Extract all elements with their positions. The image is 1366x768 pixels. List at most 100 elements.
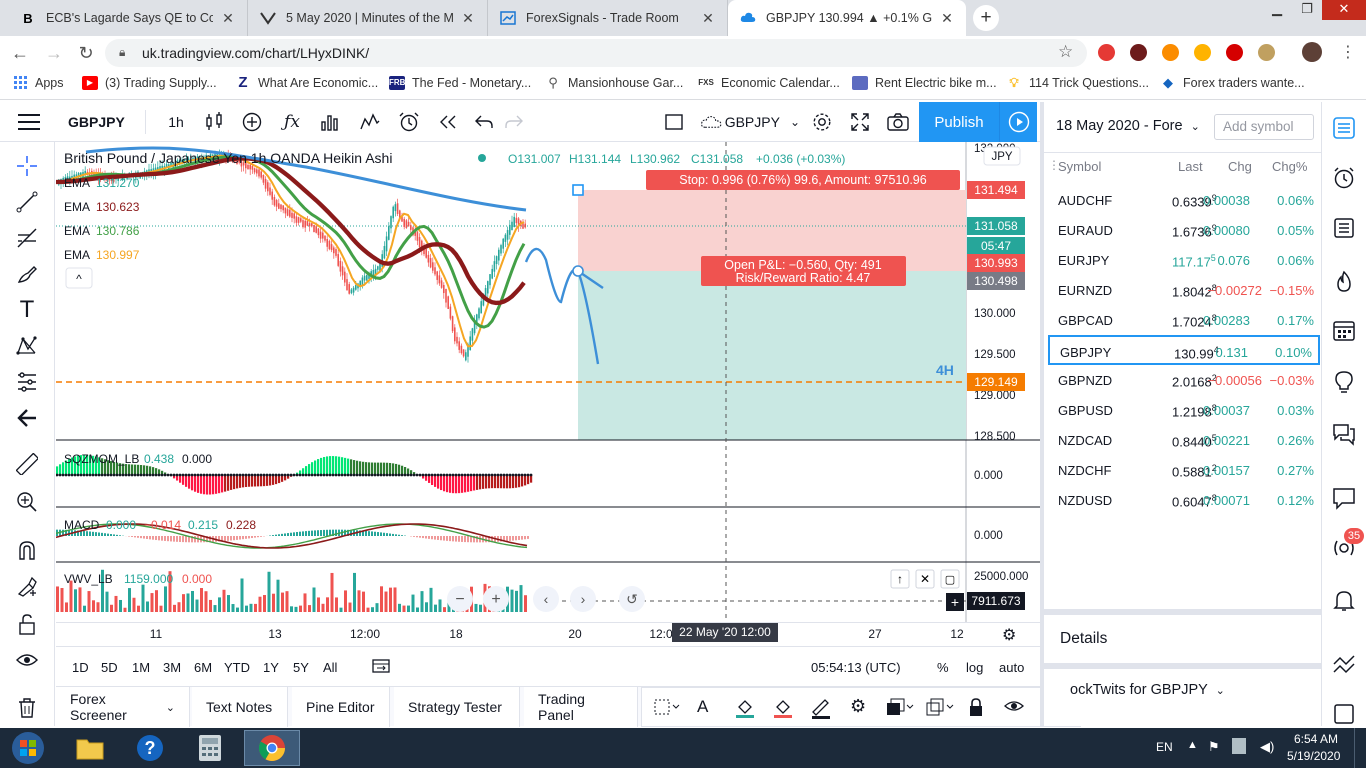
streams-icon[interactable]: 35 (1330, 528, 1364, 562)
trend-line-icon[interactable] (13, 188, 41, 216)
bookmark-item[interactable]: 💡︎ 114 Trick Questions... (1006, 76, 1149, 91)
auto-scale-toggle[interactable]: auto (999, 660, 1024, 675)
close-icon[interactable]: ✕ (219, 10, 237, 27)
range-button[interactable]: 1D (72, 660, 89, 675)
fullscreen-icon[interactable] (846, 110, 874, 134)
fill-bucket-red-icon[interactable] (772, 697, 794, 722)
clone-icon[interactable] (926, 698, 954, 719)
stocktwits-header[interactable]: ockTwits for GBPJPY ⌄ (1070, 682, 1225, 698)
flag-icon[interactable]: ⚑ (1208, 739, 1220, 755)
market-overview-icon[interactable] (1330, 650, 1358, 678)
minimize-button[interactable]: ▁ (1262, 0, 1292, 20)
tab-pine-editor[interactable]: Pine Editor (292, 687, 390, 727)
publish-button[interactable]: Publish (919, 102, 999, 142)
settings-gear-icon[interactable]: ⚙ (850, 696, 866, 717)
ideas-lightbulb-icon[interactable] (1330, 368, 1358, 396)
extension-icon[interactable] (1194, 44, 1211, 61)
alert-icon[interactable] (394, 110, 424, 134)
maximize-button[interactable]: ❐ (1292, 0, 1322, 20)
watchlist-icon[interactable] (1330, 114, 1358, 142)
eye-icon[interactable] (1004, 698, 1024, 717)
take-profit-zone[interactable] (578, 271, 966, 440)
help-icon[interactable]: ? (122, 730, 178, 766)
text-tool-icon[interactable]: T (13, 296, 41, 324)
range-button[interactable]: 5Y (293, 660, 309, 675)
watchlist-row[interactable]: AUDCHF 0.63399 0.00038 0.06% (1048, 185, 1320, 215)
settings-gear-icon[interactable] (808, 110, 836, 134)
close-icon[interactable]: ✕ (938, 10, 956, 27)
tab-forex-screener[interactable]: Forex Screener ⌄ (56, 687, 190, 727)
lock-icon[interactable] (968, 697, 984, 720)
watchlist-row[interactable]: EURNZD 1.80428 −0.00272 −0.15% (1048, 275, 1320, 305)
calculator-icon[interactable] (182, 730, 238, 766)
watchlist-row[interactable]: NZDCHF 0.58812 0.00157 0.27% (1048, 455, 1320, 485)
close-window-button[interactable]: ✕ (1322, 0, 1366, 20)
unlock-icon[interactable] (13, 610, 41, 638)
pattern-icon[interactable] (13, 332, 41, 360)
text-color-icon[interactable]: A (697, 697, 708, 717)
profile-avatar[interactable] (1302, 42, 1322, 62)
chats-icon[interactable] (1330, 420, 1358, 448)
menu-dots-icon[interactable]: ⋮ (1340, 42, 1356, 62)
bookmark-item[interactable]: Rent Electric bike m... (852, 76, 997, 90)
browser-tab[interactable]: B ECB's Lagarde Says QE to Contin ✕ (8, 0, 248, 36)
omnibox[interactable]: 🔒︎ uk.tradingview.com/chart/LHyxDINK/ ☆ (105, 39, 1087, 67)
bookmark-item[interactable]: FRB The Fed - Monetary... (389, 76, 531, 90)
candles-icon[interactable] (200, 110, 228, 134)
visual-order-icon[interactable] (886, 698, 914, 719)
bookmark-item[interactable]: ◆ Forex traders wante... (1160, 76, 1305, 91)
tab-trading-panel[interactable]: Trading Panel (524, 687, 638, 727)
bookmark-item[interactable]: ⚲ Mansionhouse Gar... (545, 76, 683, 91)
watchlist-row[interactable]: EURJPY 117.175 0.076 0.06% (1048, 245, 1320, 275)
watchlist-row[interactable]: GBPJPY 130.994 0.131 0.10% (1048, 335, 1320, 365)
windows-start-button[interactable] (0, 730, 56, 766)
range-button[interactable]: 3M (163, 660, 181, 675)
log-scale-toggle[interactable]: log (966, 660, 983, 675)
file-explorer-icon[interactable] (62, 730, 118, 766)
back-arrow-icon[interactable]: ← (8, 41, 32, 65)
bookmark-apps[interactable]: Apps (14, 76, 64, 90)
add-symbol-input[interactable]: Add symbol (1214, 114, 1314, 140)
star-icon[interactable]: ☆ (1058, 42, 1073, 62)
network-icon[interactable] (1232, 738, 1246, 754)
range-button[interactable]: 6M (194, 660, 212, 675)
language-indicator[interactable]: EN (1156, 740, 1173, 754)
tab-text-notes[interactable]: Text Notes (192, 687, 288, 727)
watchlist-row[interactable]: GBPNZD 2.01682 −0.00056 −0.03% (1048, 365, 1320, 395)
watchlist-row[interactable]: NZDUSD 0.60478 0.00071 0.12% (1048, 485, 1320, 515)
entry-handle[interactable] (572, 265, 584, 277)
chat-bubble-icon[interactable] (1330, 484, 1358, 512)
browser-tab[interactable]: 5 May 2020 | Minutes of the Mon ✕ (248, 0, 488, 36)
volume-icon[interactable]: ◀) (1260, 739, 1274, 755)
details-header[interactable]: Details (1060, 630, 1107, 648)
hotlists-flame-icon[interactable] (1330, 268, 1358, 296)
replay-icon[interactable] (434, 110, 462, 134)
taskbar-date[interactable]: 5/19/2020 (1287, 749, 1340, 763)
close-icon[interactable]: ✕ (459, 10, 477, 27)
symbol-search-button[interactable]: GBPJPY (62, 110, 146, 134)
zoom-in-icon[interactable] (13, 488, 41, 516)
template-icon[interactable] (654, 698, 680, 719)
crosshair-icon[interactable] (13, 152, 41, 180)
browser-tab[interactable]: ForexSignals - Trade Room ✕ (488, 0, 728, 36)
play-icon[interactable] (999, 102, 1037, 142)
lock-drawing-icon[interactable] (13, 572, 41, 600)
arrow-back-icon[interactable] (13, 404, 41, 432)
range-button[interactable]: 1M (132, 660, 150, 675)
watchlist-row[interactable]: NZDCAD 0.84405 0.00221 0.26% (1048, 425, 1320, 455)
calendar-range-icon[interactable] (372, 658, 390, 677)
data-window-icon[interactable] (1330, 214, 1358, 242)
brush-icon[interactable] (13, 260, 41, 288)
chart-area[interactable]: Stop: 0.996 (0.76%) 99.6, Amount: 97510.… (55, 142, 1040, 622)
rectangle-select-icon[interactable] (660, 110, 688, 134)
extension-icon[interactable] (1162, 44, 1179, 61)
financials-icon[interactable] (316, 110, 344, 134)
templates-icon[interactable] (356, 110, 384, 134)
range-button[interactable]: 5D (101, 660, 118, 675)
indicators-fx-icon[interactable]: ƒx (278, 110, 306, 134)
redo-icon[interactable] (500, 110, 528, 134)
percent-scale-toggle[interactable]: % (937, 660, 949, 675)
watchlist-row[interactable]: EURAUD 1.67369 0.00080 0.05% (1048, 215, 1320, 245)
show-desktop-button[interactable] (1354, 728, 1366, 768)
add-plus-icon[interactable] (238, 110, 266, 134)
